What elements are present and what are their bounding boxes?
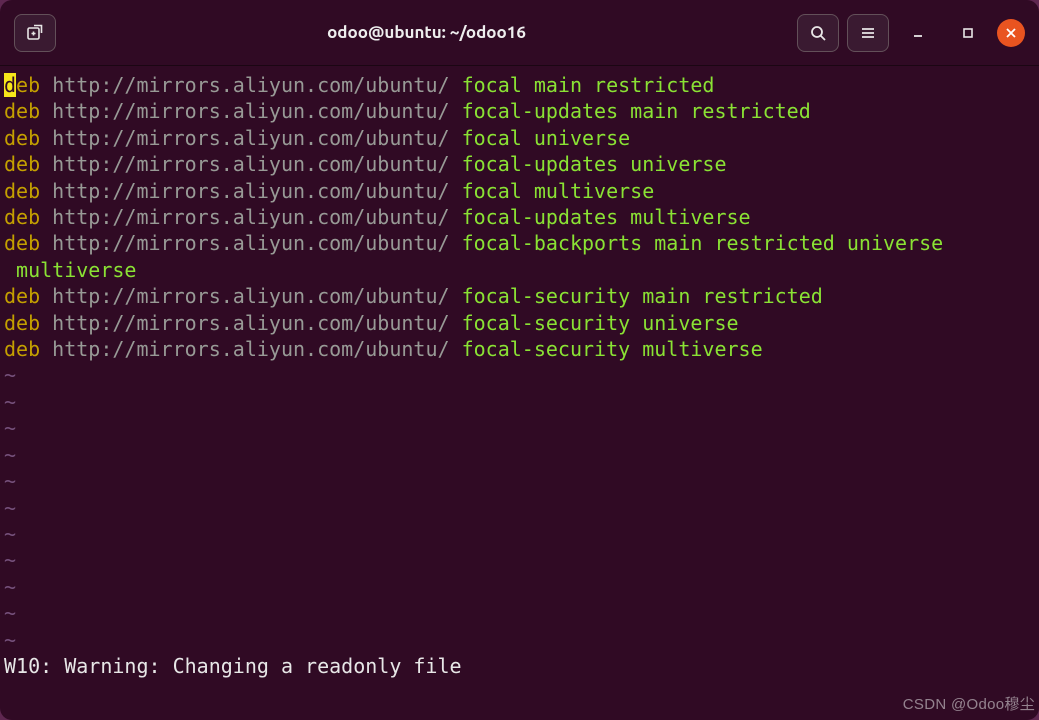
empty-line-tilde: ~	[4, 521, 1035, 547]
line-components: focal-security universe	[462, 311, 739, 335]
line-components: focal-updates multiverse	[462, 205, 751, 229]
terminal-window: odoo@ubuntu: ~/odoo16 deb htt	[0, 0, 1039, 720]
tilde: ~	[4, 522, 16, 546]
watermark: CSDN @Odoo穆尘	[903, 693, 1035, 714]
line-url: http://mirrors.aliyun.com/ubuntu/	[52, 126, 449, 150]
window-title: odoo@ubuntu: ~/odoo16	[64, 23, 789, 42]
editor-line: deb http://mirrors.aliyun.com/ubuntu/ fo…	[4, 178, 1035, 204]
line-url: http://mirrors.aliyun.com/ubuntu/	[52, 284, 449, 308]
line-deb: deb	[4, 337, 40, 361]
titlebar: odoo@ubuntu: ~/odoo16	[0, 0, 1039, 66]
line-components: focal-backports main restricted universe	[462, 231, 944, 255]
editor-line: multiverse	[4, 257, 1035, 283]
search-button[interactable]	[797, 14, 839, 52]
editor-line: deb http://mirrors.aliyun.com/ubuntu/ fo…	[4, 125, 1035, 151]
editor-line: deb http://mirrors.aliyun.com/ubuntu/ fo…	[4, 336, 1035, 362]
tilde: ~	[4, 469, 16, 493]
terminal-body[interactable]: deb http://mirrors.aliyun.com/ubuntu/ fo…	[0, 66, 1039, 720]
line-url: http://mirrors.aliyun.com/ubuntu/	[52, 311, 449, 335]
line-components: focal multiverse	[462, 179, 655, 203]
line-deb: deb	[4, 231, 40, 255]
tilde: ~	[4, 363, 16, 387]
line-components: focal-security main restricted	[462, 284, 823, 308]
empty-line-tilde: ~	[4, 415, 1035, 441]
line-components: focal-updates universe	[462, 152, 727, 176]
empty-line-tilde: ~	[4, 389, 1035, 415]
editor-line: deb http://mirrors.aliyun.com/ubuntu/ fo…	[4, 98, 1035, 124]
tilde: ~	[4, 416, 16, 440]
line-deb: deb	[4, 99, 40, 123]
line-deb: deb	[4, 126, 40, 150]
new-tab-button[interactable]	[14, 14, 56, 52]
tilde: ~	[4, 548, 16, 572]
empty-line-tilde: ~	[4, 627, 1035, 653]
empty-line-tilde: ~	[4, 574, 1035, 600]
line-components-wrap: multiverse	[4, 258, 136, 282]
editor-line: deb http://mirrors.aliyun.com/ubuntu/ fo…	[4, 310, 1035, 336]
tilde: ~	[4, 443, 16, 467]
close-button[interactable]	[997, 19, 1025, 47]
line-url: http://mirrors.aliyun.com/ubuntu/	[52, 73, 449, 97]
editor-line: deb http://mirrors.aliyun.com/ubuntu/ fo…	[4, 283, 1035, 309]
editor-line: deb http://mirrors.aliyun.com/ubuntu/ fo…	[4, 204, 1035, 230]
line-deb: deb	[4, 205, 40, 229]
empty-line-tilde: ~	[4, 495, 1035, 521]
maximize-button[interactable]	[947, 14, 989, 52]
menu-button[interactable]	[847, 14, 889, 52]
line-deb: deb	[4, 152, 40, 176]
empty-line-tilde: ~	[4, 362, 1035, 388]
minimize-button[interactable]	[897, 14, 939, 52]
line-url: http://mirrors.aliyun.com/ubuntu/	[52, 99, 449, 123]
tilde: ~	[4, 575, 16, 599]
line-url: http://mirrors.aliyun.com/ubuntu/	[52, 152, 449, 176]
line-url: http://mirrors.aliyun.com/ubuntu/	[52, 231, 449, 255]
cursor: d	[4, 73, 16, 97]
empty-line-tilde: ~	[4, 442, 1035, 468]
tilde: ~	[4, 496, 16, 520]
editor-line: deb http://mirrors.aliyun.com/ubuntu/ fo…	[4, 230, 1035, 256]
editor-line: deb http://mirrors.aliyun.com/ubuntu/ fo…	[4, 72, 1035, 98]
line-url: http://mirrors.aliyun.com/ubuntu/	[52, 205, 449, 229]
line-deb: deb	[4, 284, 40, 308]
line-components: focal-updates main restricted	[462, 99, 811, 123]
line-components: focal-security multiverse	[462, 337, 763, 361]
editor-line: deb http://mirrors.aliyun.com/ubuntu/ fo…	[4, 151, 1035, 177]
line-components: focal main restricted	[462, 73, 715, 97]
tilde: ~	[4, 390, 16, 414]
line-deb: deb	[4, 179, 40, 203]
empty-line-tilde: ~	[4, 600, 1035, 626]
line-url: http://mirrors.aliyun.com/ubuntu/	[52, 179, 449, 203]
line-deb: deb	[4, 311, 40, 335]
line-url: http://mirrors.aliyun.com/ubuntu/	[52, 337, 449, 361]
empty-line-tilde: ~	[4, 468, 1035, 494]
tilde: ~	[4, 601, 16, 625]
tilde: ~	[4, 628, 16, 652]
line-components: focal universe	[462, 126, 631, 150]
empty-line-tilde: ~	[4, 547, 1035, 573]
line-deb: eb	[16, 73, 40, 97]
status-line: W10: Warning: Changing a readonly file	[4, 653, 1035, 679]
